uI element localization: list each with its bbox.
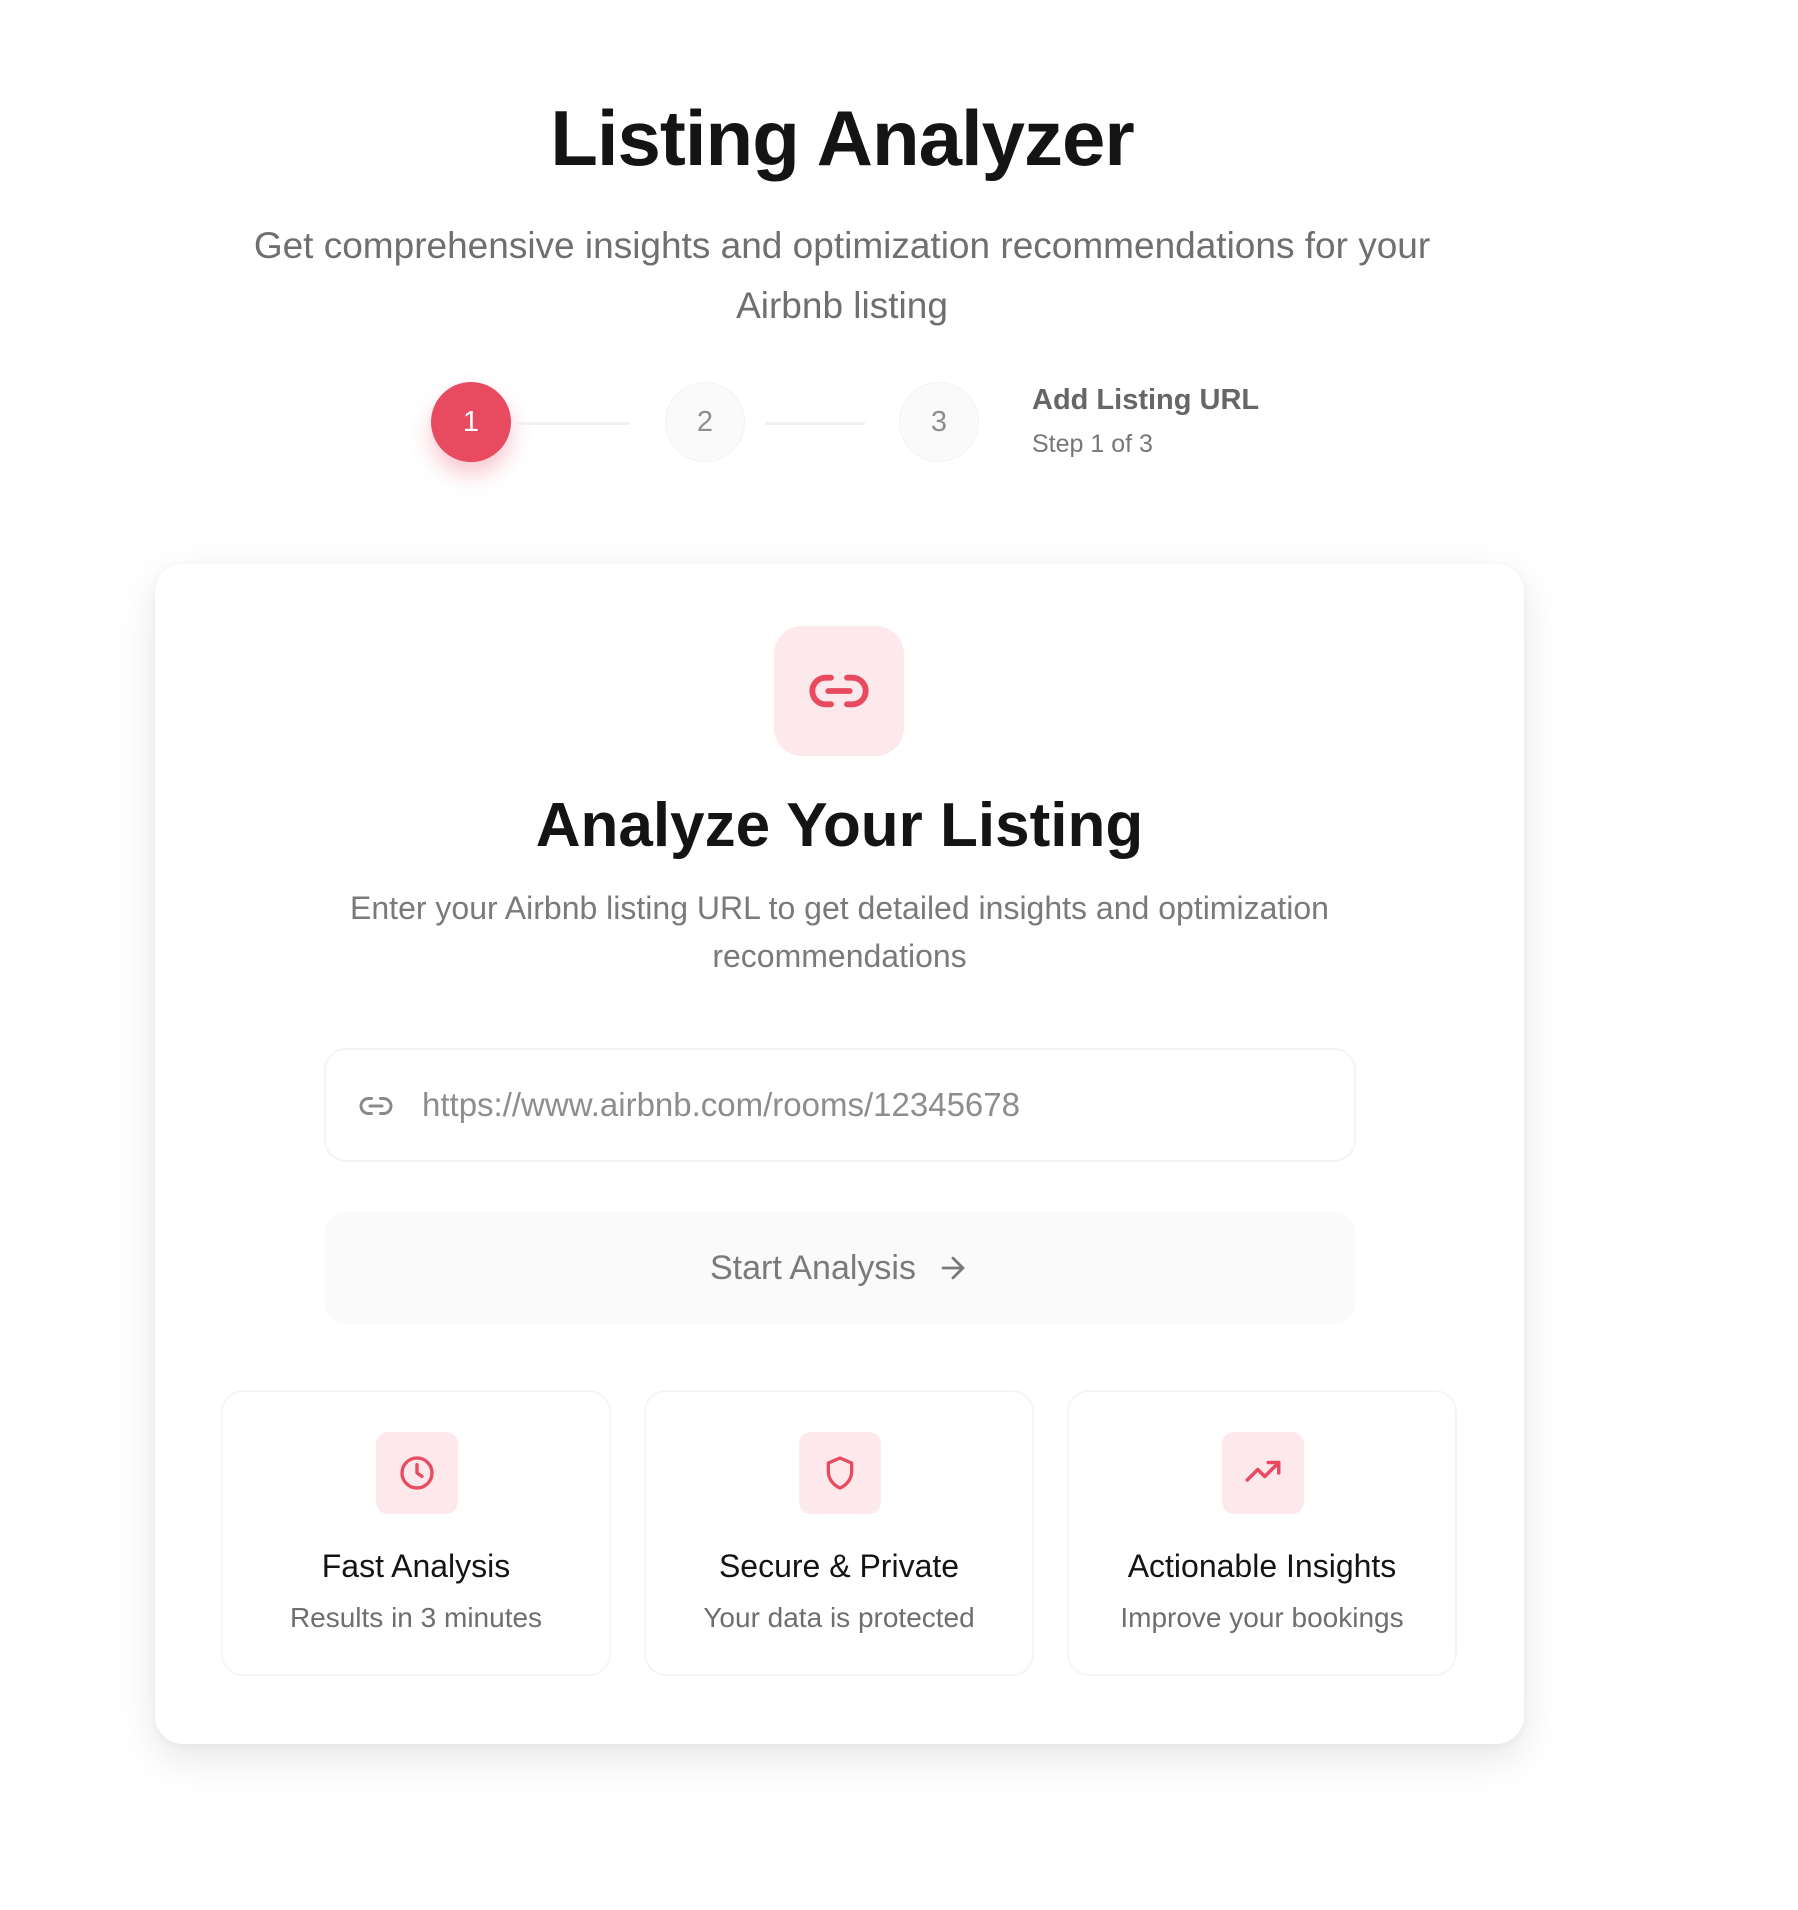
feature-subtitle: Improve your bookings [1120,1602,1404,1633]
card-title: Analyze Your Listing [535,791,1144,860]
trending-up-icon [1222,1432,1304,1514]
shield-icon [799,1432,881,1514]
step-2-indicator: 2 [665,382,745,462]
link-icon [774,626,904,756]
feature-subtitle: Results in 3 minutes [289,1602,543,1633]
feature-card-fast-analysis: Fast Analysis Results in 3 minutes [221,1390,611,1676]
current-step-count: Step 1 of 3 [1032,430,1153,458]
card-description: Enter your Airbnb listing URL to get det… [350,890,1329,974]
feature-card-actionable-insights: Actionable Insights Improve your booking… [1067,1390,1457,1676]
step-connector-1 [516,422,630,425]
listing-url-field[interactable] [324,1048,1356,1162]
clock-icon [376,1432,458,1514]
analyze-card: Analyze Your Listing Enter your Airbnb l… [155,564,1524,1744]
step-1-indicator: 1 [431,382,511,462]
start-analysis-label: Start Analysis [710,1248,916,1287]
listing-url-input[interactable] [422,1050,1322,1160]
arrow-right-icon [936,1251,970,1285]
link-icon [356,1088,396,1124]
step-3-indicator: 3 [899,382,979,462]
current-step-label: Add Listing URL [1032,384,1260,416]
page-subtitle: Get comprehensive insights and optimizat… [253,225,1431,326]
progress-stepper: 1 2 3 Add Listing URL Step 1 of 3 [0,382,1798,472]
feature-subtitle: Your data is protected [703,1602,975,1633]
start-analysis-button[interactable]: Start Analysis [324,1212,1356,1324]
feature-title: Fast Analysis [321,1548,511,1584]
page-title: Listing Analyzer [550,94,1135,182]
feature-title: Actionable Insights [1127,1548,1397,1584]
feature-title: Secure & Private [718,1548,960,1584]
step-connector-2 [765,422,865,425]
feature-card-secure-private: Secure & Private Your data is protected [644,1390,1034,1676]
feature-list: Fast Analysis Results in 3 minutes Secur… [221,1390,1458,1676]
